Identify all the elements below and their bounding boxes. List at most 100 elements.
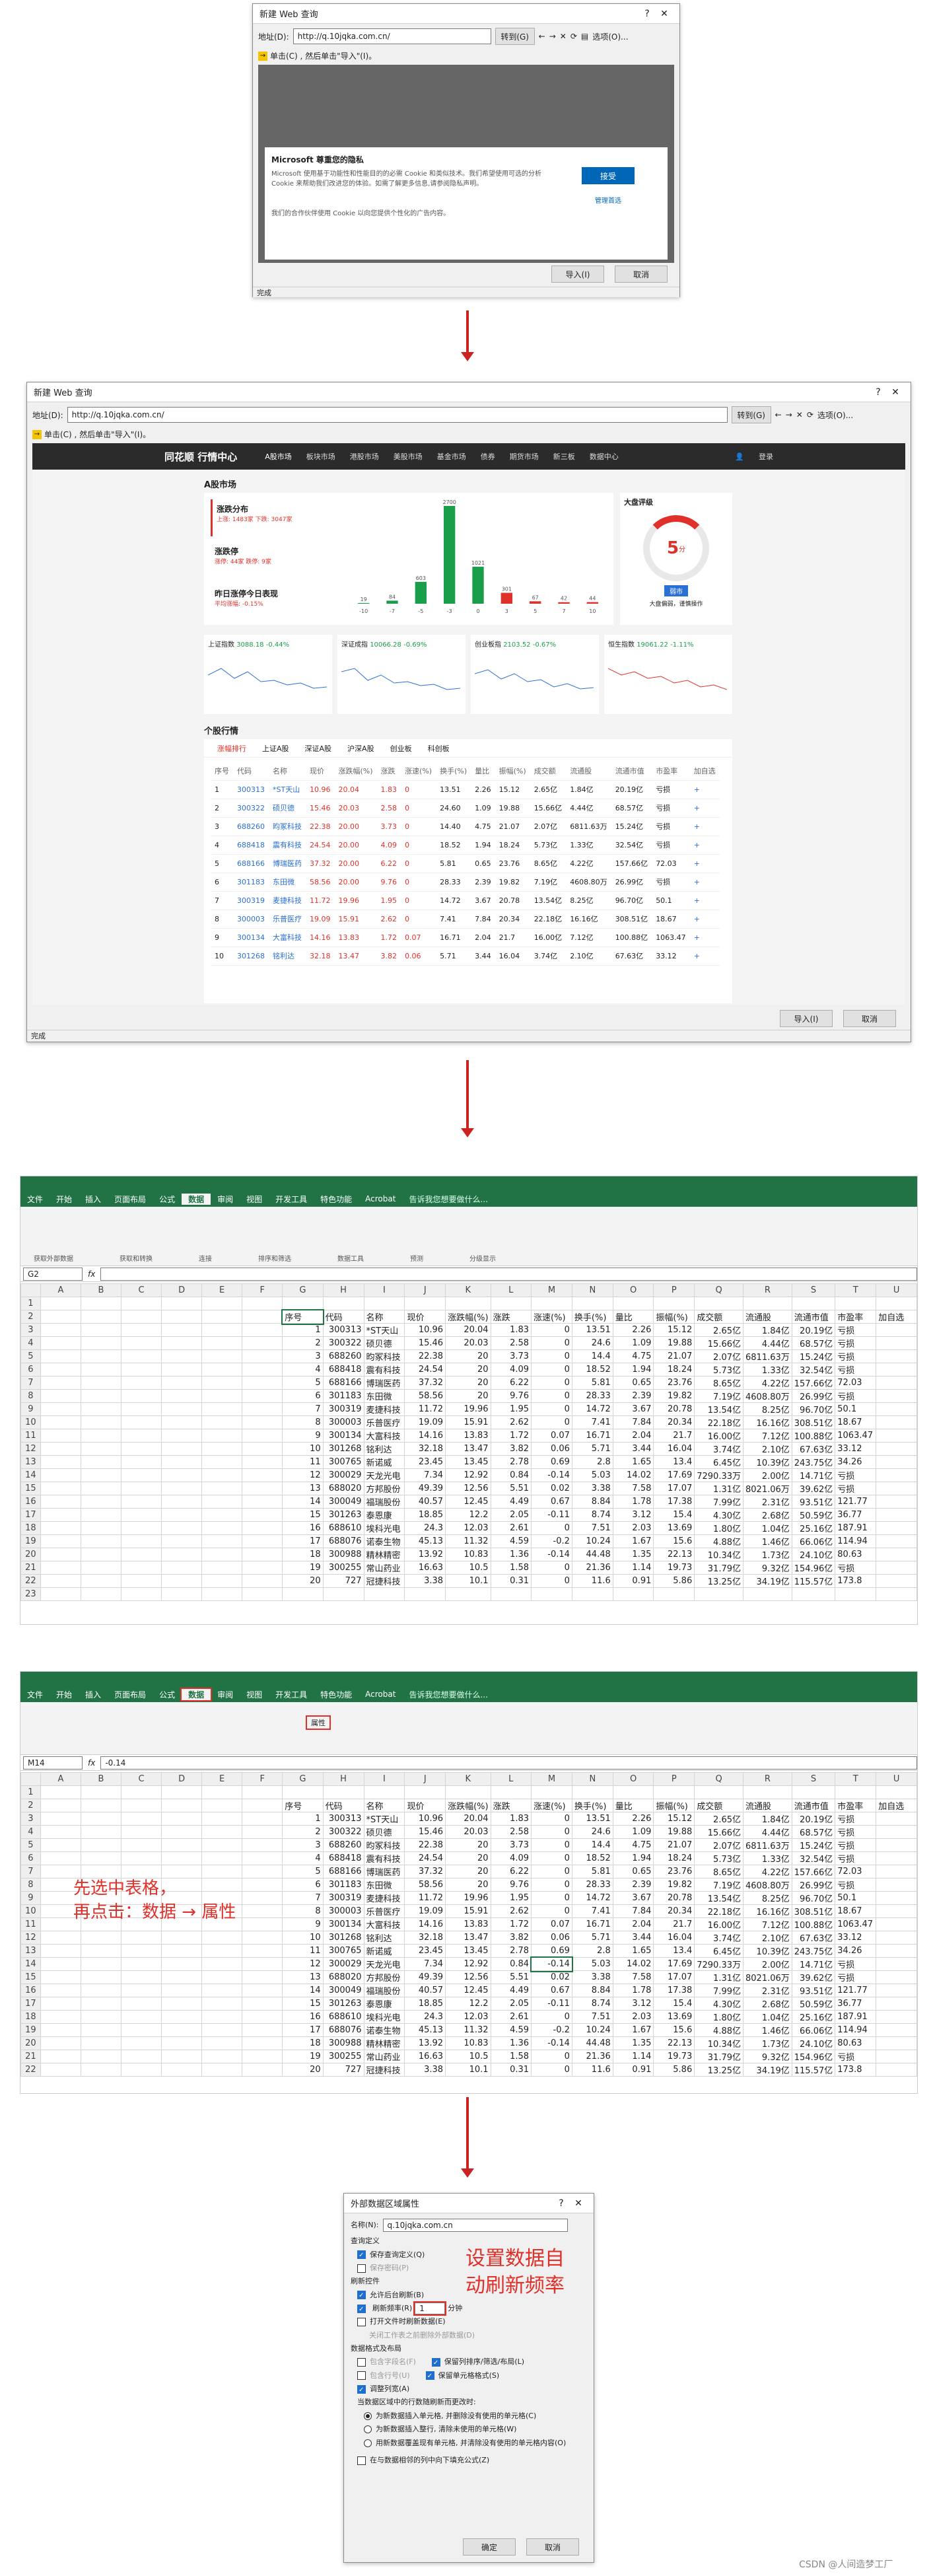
sheet-cell[interactable]: 3.38 [571, 1970, 613, 1984]
tab-sz[interactable]: 深证A股 [305, 743, 332, 754]
sheet-cell[interactable]: 1.36 [490, 2036, 532, 2050]
sheet-cell[interactable]: 15.46 [404, 1336, 446, 1350]
address-input[interactable]: http://q.10jqka.com.cn/ [293, 28, 491, 44]
sheet-cell[interactable] [743, 1587, 792, 1601]
tab-hs[interactable]: 沪深A股 [347, 743, 374, 754]
sheet-cell[interactable] [120, 1363, 162, 1377]
sheet-cell[interactable]: 17.07 [653, 1482, 695, 1495]
accept-button[interactable]: 接受 [582, 167, 635, 184]
sheet-cell[interactable]: 0.31 [490, 2063, 532, 2077]
sheet-cell[interactable]: 300319 [322, 1891, 364, 1905]
sheet-cell[interactable] [201, 1825, 243, 1839]
sheet-cell[interactable]: 20.03 [445, 1336, 491, 1350]
sheet-cell[interactable] [40, 1297, 81, 1310]
sheet-cell[interactable]: 亏损 [835, 1825, 877, 1839]
sheet-cell[interactable] [80, 1957, 121, 1971]
sheet-cell[interactable] [876, 1349, 917, 1363]
sheet-cell[interactable]: 187.91 [835, 2010, 877, 2024]
sheet-cell[interactable] [161, 1997, 203, 2011]
table-cell[interactable]: + [689, 817, 720, 836]
sheet-cell[interactable] [876, 1997, 917, 2011]
sheet-cell[interactable] [120, 1534, 162, 1548]
sheet-cell[interactable]: 8.84 [571, 1495, 613, 1509]
sheet-cell[interactable]: 10.96 [404, 1812, 446, 1826]
sheet-cell[interactable] [876, 1548, 917, 1561]
sheet-cell[interactable]: 常山药业 [363, 2050, 405, 2063]
sheet-cell[interactable] [80, 1838, 121, 1852]
sheet-cell[interactable]: 0 [531, 1336, 572, 1350]
nav-item[interactable]: 港股市场 [350, 451, 379, 462]
tell-me-search[interactable]: 告诉我您想要做什么... [402, 1194, 494, 1205]
row-number[interactable]: 16 [20, 1984, 41, 1997]
sheet-cell[interactable]: 亏损 [835, 1878, 877, 1892]
help-icon[interactable]: ? [553, 2198, 570, 2209]
sheet-cell[interactable]: 1063.47 [835, 1917, 877, 1931]
sheet-cell[interactable]: 12 [282, 1468, 324, 1482]
column-letter[interactable]: D [161, 1772, 203, 1786]
sheet-cell[interactable]: 6.45亿 [694, 1944, 743, 1958]
sheet-cell[interactable]: 12.56 [445, 1482, 491, 1495]
sheet-cell[interactable]: 流通股 [743, 1310, 792, 1324]
sheet-cell[interactable] [80, 1310, 121, 1324]
column-header[interactable]: 涨跌 [376, 762, 401, 781]
sheet-cell[interactable]: 诺泰生物 [363, 1534, 405, 1548]
sheet-cell[interactable]: 12 [282, 1957, 324, 1971]
sheet-cell[interactable]: 8.25亿 [743, 1891, 792, 1905]
sheet-cell[interactable] [242, 2063, 283, 2077]
sheet-cell[interactable] [835, 1785, 877, 1799]
user-icon[interactable]: 👤 [735, 452, 744, 461]
sheet-cell[interactable]: 25.16亿 [791, 1521, 836, 1535]
sheet-cell[interactable] [80, 1336, 121, 1350]
sheet-cell[interactable]: 4.59 [490, 1534, 532, 1548]
sheet-cell[interactable] [40, 1482, 81, 1495]
row-number[interactable]: 5 [20, 1838, 41, 1852]
row-number[interactable]: 22 [20, 1574, 41, 1588]
sheet-cell[interactable]: 10.83 [445, 2036, 491, 2050]
sheet-cell[interactable]: 15.46 [404, 1825, 446, 1839]
stat-2[interactable]: 涨跌停 涨停: 44家 跌停: 9家 [211, 542, 316, 579]
sheet-cell[interactable]: 1 [282, 1812, 324, 1826]
sheet-cell[interactable]: 1.36 [490, 1548, 532, 1561]
row-number[interactable]: 7 [20, 1376, 41, 1390]
tab-sh[interactable]: 上证A股 [262, 743, 289, 754]
sheet-cell[interactable]: 20.19亿 [791, 1812, 836, 1826]
ribbon-tab[interactable]: 特色功能 [314, 1194, 359, 1205]
sheet-cell[interactable] [791, 1587, 836, 1601]
sheet-cell[interactable]: 7.99亿 [694, 1984, 743, 1997]
sheet-cell[interactable]: 19.82 [653, 1389, 695, 1403]
sheet-cell[interactable]: 0 [531, 1812, 572, 1826]
sheet-cell[interactable]: 20.03 [445, 1825, 491, 1839]
sheet-cell[interactable]: 0.65 [612, 1376, 654, 1390]
row-number[interactable]: 20 [20, 1548, 41, 1561]
sheet-cell[interactable]: 换手(%) [571, 1799, 613, 1812]
sheet-cell[interactable]: 0 [531, 2063, 572, 2077]
sheet-cell[interactable] [80, 1376, 121, 1390]
table-row[interactable]: 5 688166 博瑞医药 37.32 20.00 6.22 0 5.81 0.65 23.76 8… [211, 854, 720, 873]
ribbon-tab[interactable]: 文件 [20, 1689, 50, 1700]
column-letter[interactable]: Q [694, 1283, 743, 1297]
sheet-cell[interactable] [242, 1468, 283, 1482]
sheet-cell[interactable]: 0 [531, 1891, 572, 1905]
sheet-cell[interactable]: 39.62亿 [791, 1970, 836, 1984]
row-number[interactable]: 19 [20, 2023, 41, 2037]
sheet-cell[interactable] [40, 1323, 81, 1337]
sheet-cell[interactable]: 3.73 [490, 1349, 532, 1363]
nav-item[interactable]: 新三板 [553, 451, 575, 462]
column-letter[interactable]: F [242, 1283, 283, 1297]
sheet-cell[interactable]: 12.2 [445, 1997, 491, 2011]
sheet-cell[interactable]: 诺泰生物 [363, 2023, 405, 2037]
sheet-cell[interactable] [201, 1297, 243, 1310]
sheet-cell[interactable] [161, 1349, 203, 1363]
sheet-cell[interactable]: 1.94 [612, 1363, 654, 1377]
sheet-cell[interactable] [242, 1402, 283, 1416]
tell-me-search[interactable]: 告诉我您想要做什么... [402, 1689, 494, 1700]
sheet-cell[interactable]: 36.77 [835, 1508, 877, 1522]
sheet-cell[interactable]: 688076 [322, 1534, 364, 1548]
sheet-cell[interactable]: 20 [282, 1574, 324, 1588]
sheet-cell[interactable] [201, 1323, 243, 1337]
column-letter[interactable]: G [282, 1283, 324, 1297]
sheet-cell[interactable]: 154.96亿 [791, 2050, 836, 2063]
sheet-cell[interactable]: 3.38 [404, 2063, 446, 2077]
sheet-cell[interactable]: *ST天山 [363, 1323, 405, 1337]
sheet-cell[interactable]: 麦捷科技 [363, 1402, 405, 1416]
